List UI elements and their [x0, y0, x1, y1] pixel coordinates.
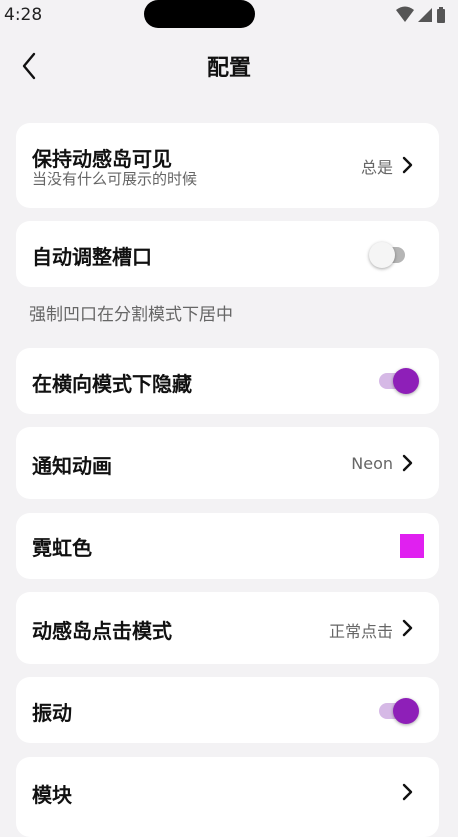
auto-adjust-toggle[interactable]	[369, 241, 413, 269]
setting-label: 振动	[32, 701, 72, 725]
setting-label: 自动调整槽口	[32, 245, 152, 269]
setting-label: 在横向模式下隐藏	[32, 372, 192, 396]
toggle-thumb	[369, 242, 395, 268]
setting-click-mode[interactable]: 动感岛点击模式 正常点击	[16, 592, 439, 664]
app-header: 配置	[0, 40, 458, 90]
color-swatch[interactable]	[400, 534, 424, 558]
setting-value: 总是	[360, 158, 393, 177]
page-title: 配置	[206, 56, 251, 81]
setting-modules[interactable]: 模块	[16, 757, 439, 837]
chevron-right-icon	[402, 619, 413, 637]
setting-vibration: 振动	[16, 677, 439, 743]
toggle-thumb	[393, 368, 419, 394]
hide-landscape-toggle[interactable]	[377, 367, 421, 395]
chevron-right-icon	[402, 454, 413, 472]
status-time: 4:28	[4, 5, 43, 25]
toggle-thumb	[393, 698, 419, 724]
setting-sublabel: 当没有什么可展示的时候	[32, 170, 198, 188]
setting-label: 通知动画	[32, 454, 112, 478]
chevron-right-icon	[402, 156, 413, 174]
wifi-icon	[396, 6, 414, 22]
setting-keep-visible[interactable]: 保持动感岛可见 当没有什么可展示的时候 总是	[16, 123, 439, 208]
signal-icon	[418, 8, 432, 22]
status-bar: 4:28	[0, 0, 458, 30]
battery-icon	[437, 7, 445, 23]
setting-hide-landscape: 在横向模式下隐藏	[16, 348, 439, 414]
vibration-toggle[interactable]	[377, 697, 421, 725]
setting-label: 霓虹色	[32, 536, 92, 560]
setting-notification-animation[interactable]: 通知动画 Neon	[16, 427, 439, 499]
setting-value: Neon	[351, 454, 393, 473]
split-mode-note: 强制凹口在分割模式下居中	[29, 305, 233, 325]
chevron-right-icon	[402, 783, 413, 801]
setting-label: 动感岛点击模式	[32, 619, 172, 643]
setting-label: 模块	[32, 783, 72, 807]
status-icons	[394, 6, 454, 24]
setting-auto-adjust-slot: 自动调整槽口	[16, 221, 439, 287]
camera-cutout	[144, 0, 255, 28]
setting-value: 正常点击	[328, 622, 393, 641]
setting-neon-color[interactable]: 霓虹色	[16, 513, 439, 579]
